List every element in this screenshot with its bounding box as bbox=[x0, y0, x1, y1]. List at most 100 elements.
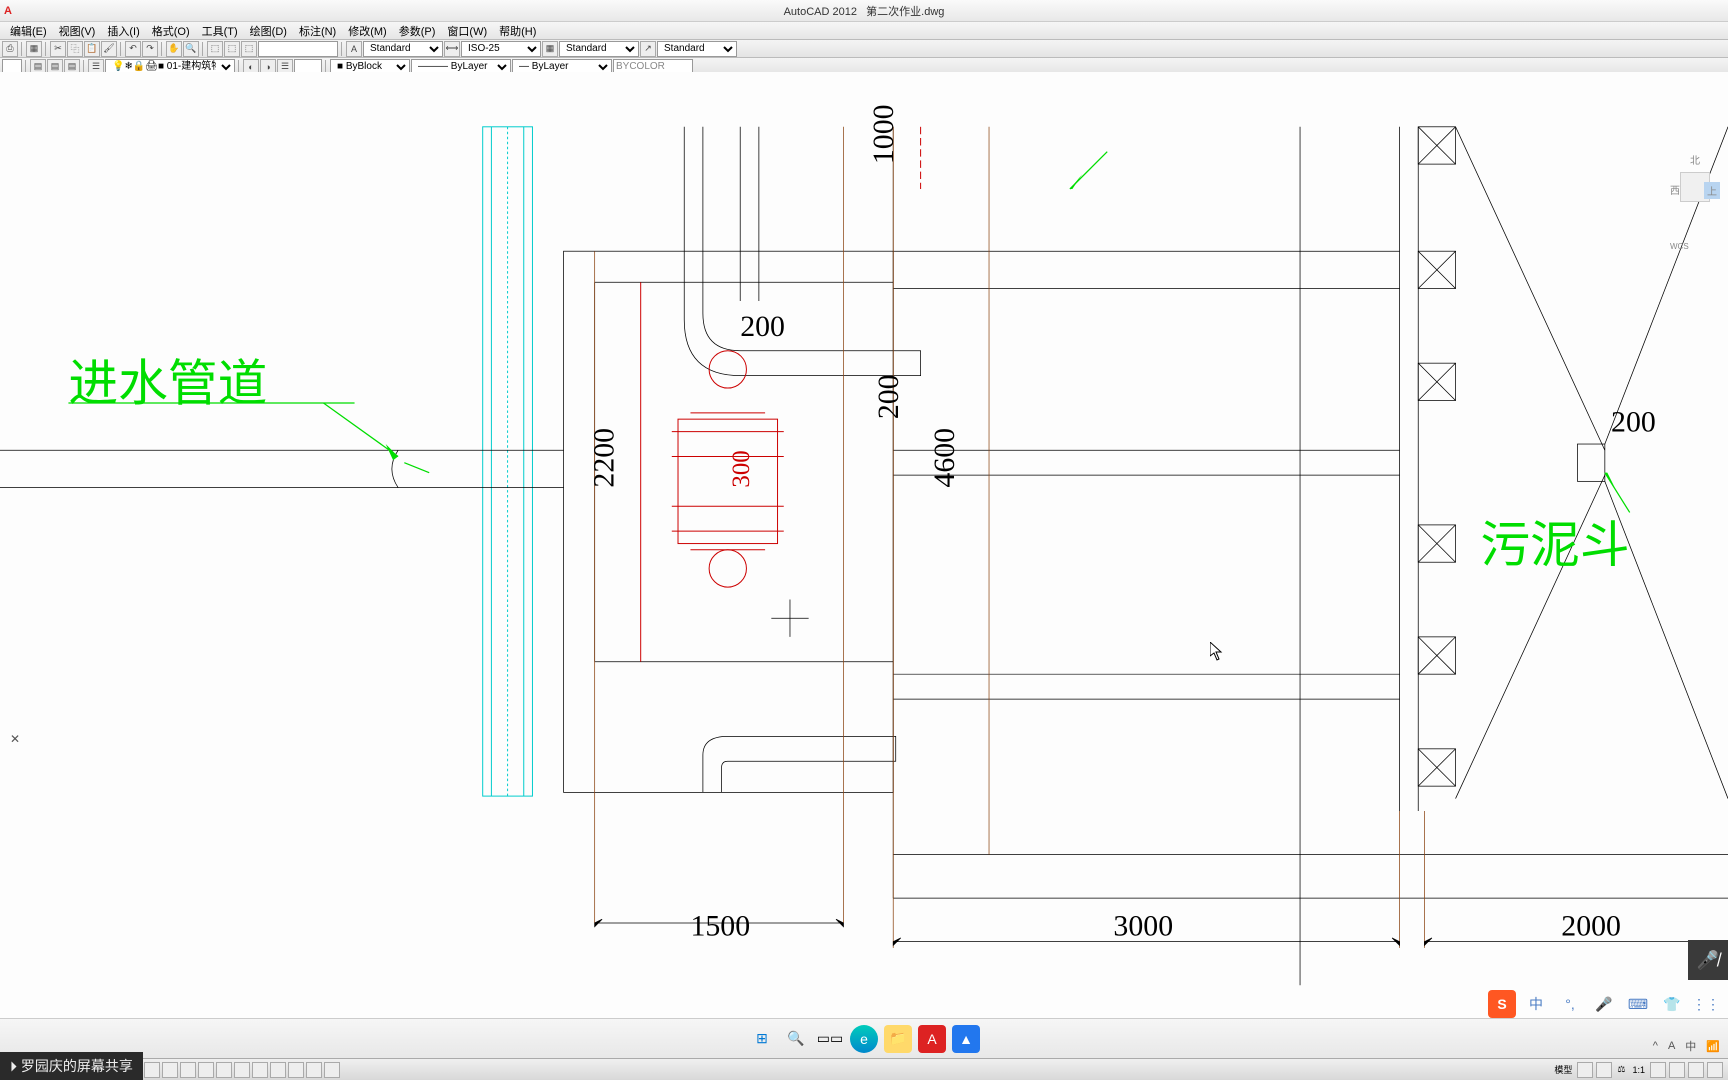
taskview-icon[interactable]: ▭▭ bbox=[816, 1025, 844, 1053]
autocad-icon[interactable]: A bbox=[918, 1025, 946, 1053]
annoscale[interactable]: 1:1 bbox=[1629, 1065, 1648, 1075]
mleader-style-icon[interactable]: ↗ bbox=[640, 41, 656, 57]
dyn-toggle[interactable] bbox=[252, 1062, 268, 1078]
menu-insert[interactable]: 插入(I) bbox=[101, 23, 145, 39]
tool-icon[interactable]: ⬚ bbox=[241, 41, 257, 57]
tool-icon[interactable]: ⬚ bbox=[224, 41, 240, 57]
dim-2200: 2200 bbox=[587, 428, 620, 488]
otrack-toggle[interactable] bbox=[216, 1062, 232, 1078]
menu-dimension[interactable]: 标注(N) bbox=[293, 23, 342, 39]
tool-icon[interactable]: ⎙ bbox=[2, 41, 18, 57]
ime-skin-icon[interactable]: 👕 bbox=[1658, 990, 1686, 1018]
menu-modify[interactable]: 修改(M) bbox=[342, 23, 393, 39]
dim-1000: 1000 bbox=[867, 104, 900, 164]
text-style-combo[interactable]: Standard bbox=[363, 41, 443, 57]
compass-top[interactable]: 上 bbox=[1704, 182, 1720, 199]
match-icon[interactable]: 🖌 bbox=[101, 41, 117, 57]
sc-toggle[interactable] bbox=[324, 1062, 340, 1078]
qp-toggle[interactable] bbox=[306, 1062, 322, 1078]
cut-icon[interactable]: ✂ bbox=[50, 41, 66, 57]
tray-wifi-icon[interactable]: 📶 bbox=[1706, 1040, 1720, 1053]
menu-help[interactable]: 帮助(H) bbox=[493, 23, 542, 39]
table-style-icon[interactable]: ▦ bbox=[542, 41, 558, 57]
status-btn[interactable] bbox=[1596, 1062, 1612, 1078]
status-toggle[interactable] bbox=[198, 1062, 214, 1078]
dim-200: 200 bbox=[740, 310, 785, 343]
status-right: 模型 ⚖ 1:1 bbox=[1551, 1062, 1724, 1078]
paste-icon[interactable]: 📋 bbox=[84, 41, 100, 57]
osnap-toggle[interactable] bbox=[180, 1062, 196, 1078]
sogou-logo-icon[interactable]: S bbox=[1488, 990, 1516, 1018]
meeting-app-icon[interactable]: ▲ bbox=[952, 1025, 980, 1053]
drawing-canvas[interactable]: 1500 3000 2000 1000 200 4600 2200 200 30… bbox=[0, 72, 1728, 1040]
dim-2000: 2000 bbox=[1561, 909, 1621, 942]
menu-view[interactable]: 视图(V) bbox=[53, 23, 102, 39]
copy-icon[interactable]: ⿻ bbox=[67, 41, 83, 57]
status-btn[interactable] bbox=[1669, 1062, 1685, 1078]
ime-lang-toggle[interactable]: 中 bbox=[1522, 990, 1550, 1018]
explorer-icon[interactable]: 📁 bbox=[884, 1025, 912, 1053]
ime-voice-icon[interactable]: 🎤 bbox=[1590, 990, 1618, 1018]
screen-share-label: ⏵ 罗园庆的屏幕共享 bbox=[0, 1052, 143, 1080]
dim-style-combo[interactable]: ISO-25 bbox=[461, 41, 541, 57]
dim-200: 200 bbox=[872, 374, 905, 419]
status-bar: 639426.9973, 0.0000 模型 ⚖ 1:1 bbox=[0, 1058, 1728, 1080]
menu-edit[interactable]: 编辑(E) bbox=[4, 23, 53, 39]
tool-combo[interactable] bbox=[258, 41, 338, 57]
redo-icon[interactable]: ↷ bbox=[142, 41, 158, 57]
title-bar: A AutoCAD 2012 第二次作业.dwg bbox=[0, 0, 1728, 22]
ducs-toggle[interactable] bbox=[234, 1062, 250, 1078]
tray-expand-icon[interactable]: ^ bbox=[1653, 1040, 1658, 1052]
tool-icon[interactable]: ▦ bbox=[26, 41, 42, 57]
wcs-label[interactable]: WCS bbox=[1670, 242, 1689, 251]
menu-draw[interactable]: 绘图(D) bbox=[244, 23, 293, 39]
windows-taskbar: ⊞ 🔍 ▭▭ e 📁 A ▲ bbox=[0, 1018, 1728, 1058]
ime-toolbar: S 中 °, 🎤 ⌨ 👕 ⋮⋮ bbox=[1488, 990, 1720, 1018]
search-icon[interactable]: 🔍 bbox=[782, 1025, 810, 1053]
system-tray: ^ A 中 📶 bbox=[1653, 1038, 1720, 1054]
label-sludge-hopper: 污泥斗 bbox=[1480, 518, 1629, 573]
menu-bar: 编辑(E) 视图(V) 插入(I) 格式(O) 工具(T) 绘图(D) 标注(N… bbox=[0, 22, 1728, 40]
undo-icon[interactable]: ↶ bbox=[125, 41, 141, 57]
status-btn[interactable] bbox=[1650, 1062, 1666, 1078]
lwt-toggle[interactable] bbox=[270, 1062, 286, 1078]
toolbar-1: ⎙ ▦ ✂ ⿻ 📋 🖌 ↶ ↷ ✋ 🔍 ⬚ ⬚ ⬚ A Standard ⟷ I… bbox=[0, 40, 1728, 58]
text-style-icon[interactable]: A bbox=[346, 41, 362, 57]
table-style-combo[interactable]: Standard bbox=[559, 41, 639, 57]
model-space-label[interactable]: 模型 bbox=[1551, 1063, 1575, 1076]
polar-toggle[interactable] bbox=[162, 1062, 178, 1078]
mic-mute-button[interactable]: 🎤̸ bbox=[1688, 940, 1728, 980]
ime-punct-toggle[interactable]: °, bbox=[1556, 990, 1584, 1018]
start-button[interactable]: ⊞ bbox=[748, 1025, 776, 1053]
ortho-toggle[interactable] bbox=[144, 1062, 160, 1078]
tray-a-icon[interactable]: A bbox=[1668, 1040, 1675, 1052]
share-indicator-icon: ⏵ bbox=[10, 1058, 17, 1074]
menu-tools[interactable]: 工具(T) bbox=[196, 23, 244, 39]
mleader-style-combo[interactable]: Standard bbox=[657, 41, 737, 57]
status-btn[interactable] bbox=[1707, 1062, 1723, 1078]
mic-muted-icon: 🎤̸ bbox=[1697, 950, 1719, 971]
compass-north[interactable]: 北 bbox=[1690, 152, 1700, 167]
ime-toolbox-icon[interactable]: ⋮⋮ bbox=[1692, 990, 1720, 1018]
close-icon[interactable]: ✕ bbox=[10, 732, 20, 746]
tool-icon[interactable]: ⬚ bbox=[207, 41, 223, 57]
title-text: AutoCAD 2012 第二次作业.dwg bbox=[784, 3, 945, 19]
edge-icon[interactable]: e bbox=[850, 1025, 878, 1053]
dim-4600: 4600 bbox=[928, 428, 961, 488]
dim-200: 200 bbox=[1611, 406, 1656, 439]
menu-window[interactable]: 窗口(W) bbox=[441, 23, 493, 39]
dim-300: 300 bbox=[728, 450, 755, 487]
zoom-icon[interactable]: 🔍 bbox=[183, 41, 199, 57]
status-toggle[interactable] bbox=[288, 1062, 304, 1078]
pan-icon[interactable]: ✋ bbox=[166, 41, 182, 57]
tray-ime-icon[interactable]: 中 bbox=[1685, 1038, 1696, 1054]
ime-softkbd-icon[interactable]: ⌨ bbox=[1624, 990, 1652, 1018]
compass-west[interactable]: 西 bbox=[1670, 182, 1680, 197]
dim-style-icon[interactable]: ⟷ bbox=[444, 41, 460, 57]
menu-format[interactable]: 格式(O) bbox=[146, 23, 196, 39]
annoscale-icon[interactable]: ⚖ bbox=[1614, 1064, 1628, 1075]
status-btn[interactable] bbox=[1688, 1062, 1704, 1078]
status-btn[interactable] bbox=[1577, 1062, 1593, 1078]
viewcube[interactable]: 北 西 上 WCS bbox=[1670, 152, 1720, 252]
menu-parametric[interactable]: 参数(P) bbox=[393, 23, 442, 39]
